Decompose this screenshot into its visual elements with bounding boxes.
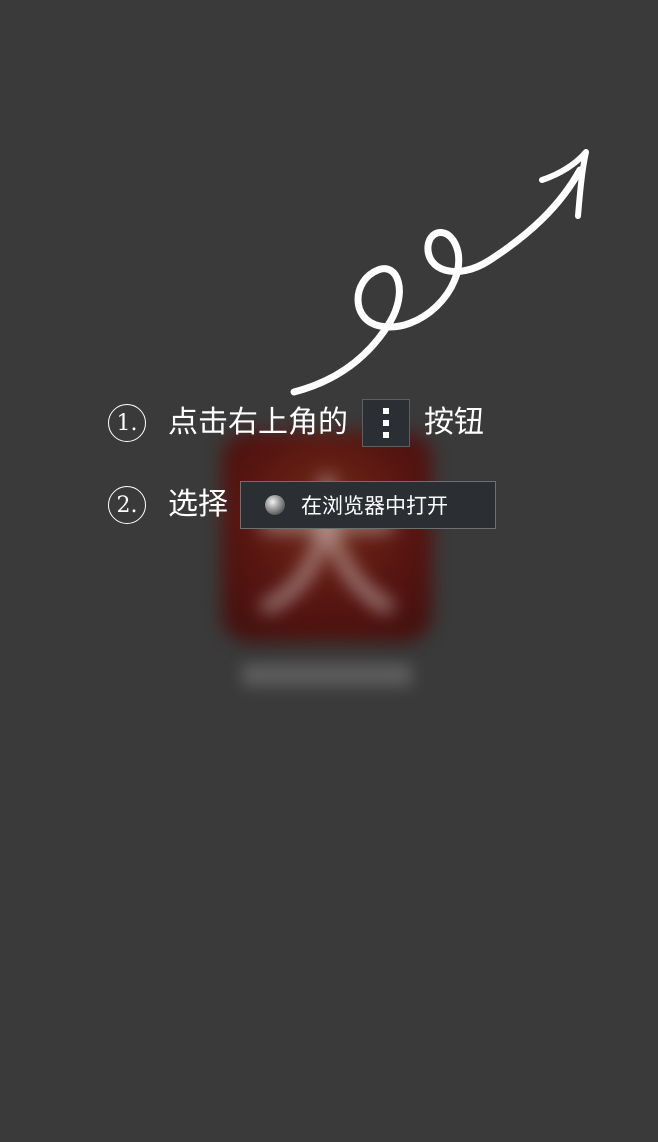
step-1-text-before: 点击右上角的 — [168, 405, 348, 440]
globe-icon — [265, 495, 285, 515]
instruction-step-2: 2. 选择 在浏览器中打开 — [108, 480, 496, 530]
open-in-browser-label: 在浏览器中打开 — [301, 494, 448, 518]
step-2-text-before: 选择 — [168, 487, 228, 522]
curly-arrow-icon — [290, 149, 589, 396]
background-app-caption — [242, 664, 412, 686]
open-in-browser-button-illustration: 在浏览器中打开 — [240, 481, 496, 529]
instruction-step-1: 1. 点击右上角的 按钮 — [108, 398, 484, 448]
step-number-2: 2. — [108, 486, 146, 524]
step-1-text-after: 按钮 — [424, 405, 484, 440]
background-app-icon: 大 — [222, 432, 432, 642]
step-number-1: 1. — [108, 404, 146, 442]
more-vertical-icon — [362, 399, 410, 447]
